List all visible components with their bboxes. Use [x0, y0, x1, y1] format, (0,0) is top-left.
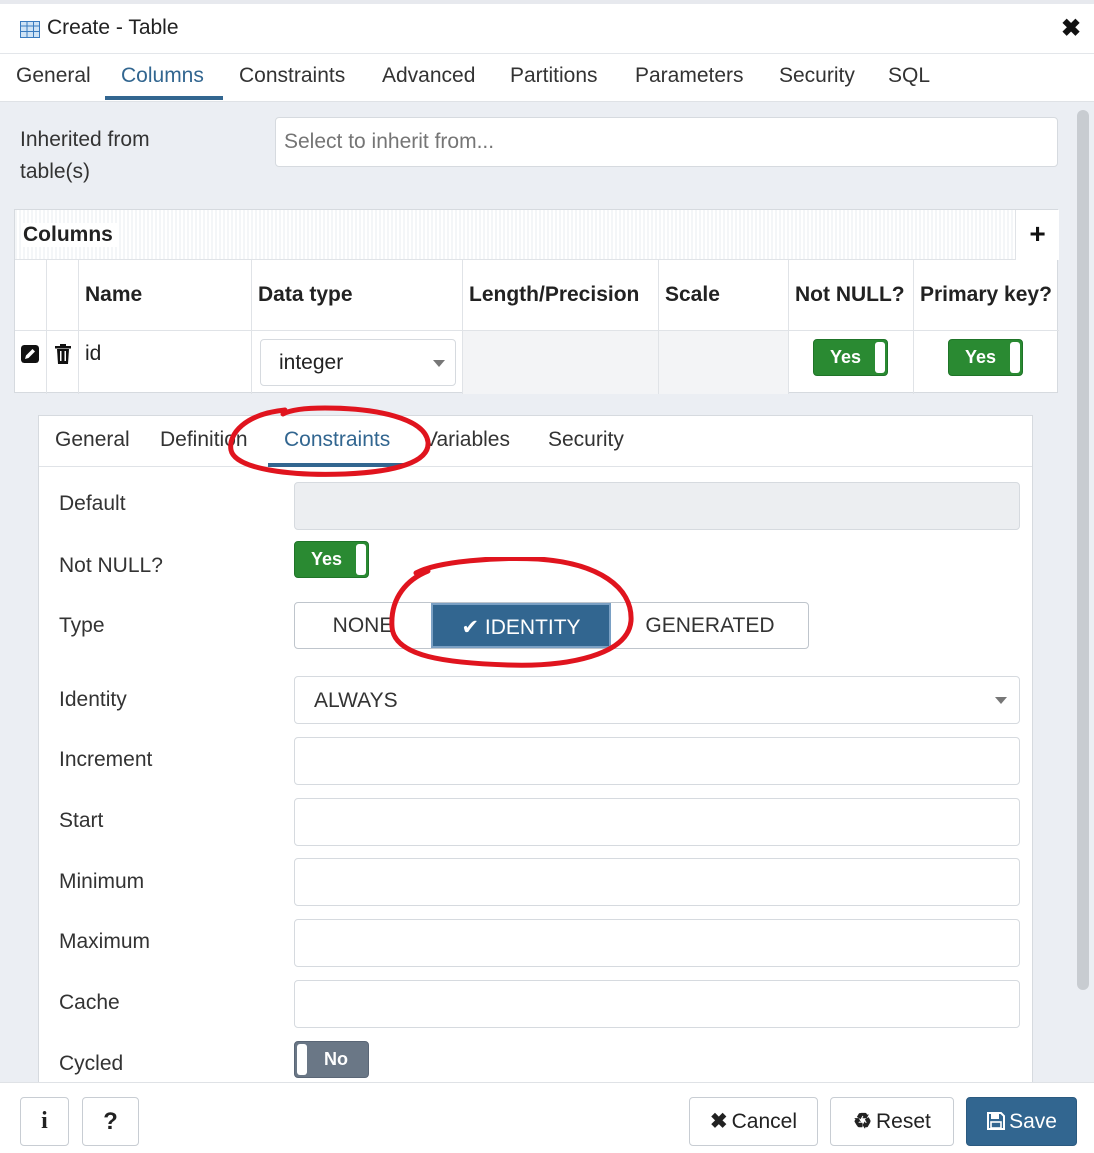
column-editor-tabs: General Definition Constraints Variables…	[39, 416, 1032, 467]
type-label: Type	[59, 614, 105, 637]
type-option-identity[interactable]: ✔ IDENTITY	[431, 603, 611, 648]
start-input[interactable]	[294, 798, 1020, 846]
columns-panel: Columns + Name Data type Length/Precisio…	[14, 209, 1059, 394]
delete-cell	[47, 331, 79, 394]
chevron-down-icon	[433, 360, 445, 367]
inherit-select[interactable]	[275, 117, 1058, 167]
vertical-scrollbar[interactable]	[1077, 110, 1089, 990]
header-edit-col	[15, 260, 47, 331]
header-not-null: Not NULL?	[789, 260, 914, 331]
cancel-button[interactable]: ✖ Cancel	[689, 1097, 818, 1146]
increment-label: Increment	[59, 748, 153, 771]
tab-sql[interactable]: SQL	[888, 64, 930, 100]
reset-button[interactable]: ♻ Reset	[830, 1097, 954, 1146]
increment-input[interactable]	[294, 737, 1020, 785]
tab-columns[interactable]: Columns	[121, 64, 204, 100]
minimum-input[interactable]	[294, 858, 1020, 906]
cache-label: Cache	[59, 991, 120, 1014]
type-segmented-control: NONE ✔ IDENTITY GENERATED	[294, 602, 809, 649]
column-name: id	[85, 342, 102, 365]
header-data-type: Data type	[252, 260, 463, 331]
header-delete-col	[47, 260, 79, 331]
type-option-none[interactable]: NONE	[295, 603, 431, 648]
not-null-label: Not NULL?	[59, 554, 163, 577]
add-column-button[interactable]: +	[1015, 210, 1059, 260]
cycled-label: Cycled	[59, 1052, 124, 1075]
data-type-value: integer	[279, 351, 344, 374]
minimum-label: Minimum	[59, 870, 145, 893]
not-null-cell: Yes	[789, 331, 914, 394]
columns-grid-header: Name Data type Length/Precision Scale No…	[15, 260, 1059, 331]
subtab-security[interactable]: Security	[548, 428, 624, 452]
tab-security[interactable]: Security	[779, 64, 855, 100]
subtab-variables[interactable]: Variables	[424, 428, 510, 452]
identity-label: Identity	[59, 688, 127, 711]
edit-cell	[15, 331, 47, 394]
type-option-generated[interactable]: GENERATED	[611, 603, 809, 648]
save-icon	[987, 1112, 1006, 1130]
dialog-titlebar: Create - Table ✖	[0, 4, 1094, 54]
help-icon: ?	[103, 1108, 118, 1135]
scale-cell	[659, 331, 789, 394]
trash-icon[interactable]	[54, 344, 72, 364]
tab-parameters[interactable]: Parameters	[635, 64, 744, 100]
maximum-input[interactable]	[294, 919, 1020, 967]
recycle-icon: ♻	[853, 1110, 872, 1133]
subtab-general[interactable]: General	[55, 428, 130, 452]
columns-header: Columns +	[15, 210, 1059, 260]
dialog-footer: i ? ✖ Cancel ♻ Reset Save	[0, 1082, 1094, 1153]
header-length: Length/Precision	[463, 260, 659, 331]
cache-input[interactable]	[294, 980, 1020, 1028]
tab-partitions[interactable]: Partitions	[510, 64, 598, 100]
tab-advanced[interactable]: Advanced	[382, 64, 475, 100]
column-editor-panel: General Definition Constraints Variables…	[38, 415, 1033, 1082]
close-icon: ✖	[710, 1110, 728, 1133]
default-input	[294, 482, 1020, 530]
identity-value: ALWAYS	[314, 689, 398, 712]
primary-key-toggle[interactable]: Yes	[948, 339, 1023, 376]
dialog-title: Create - Table	[47, 16, 179, 39]
identity-select[interactable]: ALWAYS	[294, 676, 1020, 724]
active-tab-indicator	[105, 96, 223, 100]
dialog-body: Inherited from table(s) Columns + Name D…	[0, 102, 1094, 1082]
length-cell	[463, 331, 659, 394]
header-primary-key: Primary key?	[920, 283, 1052, 306]
header-name: Name	[79, 260, 252, 331]
cycled-toggle[interactable]: No	[294, 1041, 369, 1078]
tab-constraints[interactable]: Constraints	[239, 64, 345, 100]
table-row: id integer Yes Yes	[15, 331, 1059, 394]
name-cell[interactable]: id	[79, 331, 252, 394]
close-icon[interactable]: ✖	[1058, 14, 1084, 43]
subtab-definition[interactable]: Definition	[160, 428, 248, 452]
start-label: Start	[59, 809, 104, 832]
columns-title: Columns	[23, 223, 119, 247]
tab-general[interactable]: General	[16, 64, 91, 100]
data-type-select[interactable]: integer	[260, 339, 456, 386]
column-not-null-toggle[interactable]: Yes	[294, 541, 369, 578]
info-button[interactable]: i	[20, 1097, 69, 1146]
main-tabs: General Columns Constraints Advanced Par…	[0, 54, 1094, 102]
active-subtab-indicator	[268, 463, 404, 467]
data-type-cell: integer	[252, 331, 463, 394]
table-icon	[20, 21, 40, 38]
subtab-constraints[interactable]: Constraints	[284, 428, 390, 452]
check-icon: ✔	[461, 616, 480, 639]
info-icon: i	[41, 1108, 48, 1134]
edit-icon[interactable]	[21, 345, 39, 363]
header-scale: Scale	[659, 260, 789, 331]
save-button[interactable]: Save	[966, 1097, 1077, 1146]
not-null-toggle[interactable]: Yes	[813, 339, 888, 376]
help-button[interactable]: ?	[82, 1097, 139, 1146]
default-label: Default	[59, 492, 126, 515]
chevron-down-icon	[995, 697, 1007, 704]
primary-key-cell: Yes	[914, 331, 1059, 394]
inherit-label: Inherited from table(s)	[20, 128, 150, 183]
maximum-label: Maximum	[59, 930, 151, 953]
